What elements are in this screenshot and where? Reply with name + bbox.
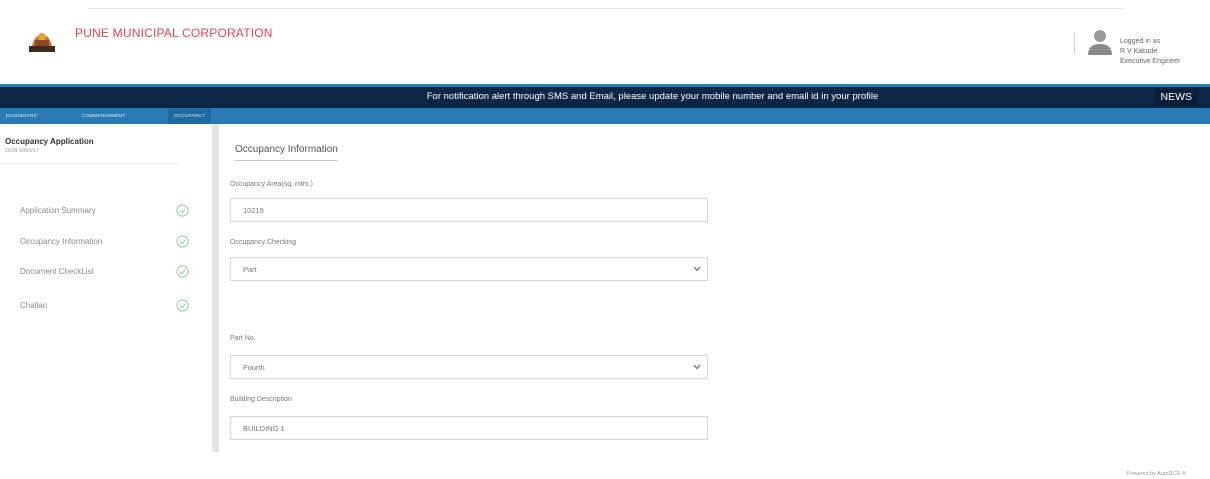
header: PUNE MUNICIPAL CORPORATION Logged in as … (0, 0, 1210, 84)
brand-title: PUNE MUNICIPAL CORPORATION (75, 26, 273, 40)
chevron-down-icon (693, 266, 701, 272)
check-circle-icon (176, 235, 189, 248)
user-info: Logged in as R V Kakade Executive Engine… (1120, 37, 1180, 67)
user-name: R V Kakade (1120, 48, 1158, 55)
chevron-down-icon (693, 364, 701, 370)
occupancy-area-value: 10219 (243, 206, 264, 215)
check-circle-icon (176, 265, 189, 278)
tab-occupancy[interactable]: OCCUPANCY (168, 108, 212, 124)
occupancy-checking-select[interactable]: Part (230, 257, 708, 281)
occupancy-checking-label: Occupancy Checking (230, 239, 297, 246)
sidebar-divider (0, 163, 178, 164)
notification-text: For notification alert through SMS and E… (426, 91, 879, 102)
nav-tabs: DASHBOARD COMMENCEMENT OCCUPANCY (0, 108, 1210, 124)
footer-powered-by: Powered by AutoDCR ® (1126, 471, 1186, 477)
part-no-select[interactable]: Fourth (230, 355, 708, 379)
tab-dashboard[interactable]: DASHBOARD (6, 108, 37, 124)
user-separator (1074, 32, 1075, 54)
notification-bar: For notification alert through SMS and E… (0, 84, 1210, 108)
sidebar-item-application-summary[interactable]: Application Summary (20, 204, 200, 218)
user-role: Executive Engineer (1120, 58, 1181, 65)
sidebar-item-label: Application Summary (20, 206, 96, 215)
check-circle-icon (176, 299, 189, 312)
tab-commencement[interactable]: COMMENCEMENT (82, 108, 125, 124)
section-title: Occupancy Information (235, 144, 338, 161)
building-description-label: Building Description (230, 396, 292, 403)
user-avatar-icon[interactable] (1083, 25, 1117, 59)
content-divider (212, 124, 219, 452)
building-description-input[interactable]: BUILDING 1 (230, 416, 708, 440)
building-description-value: BUILDING 1 (243, 424, 285, 433)
sidebar-title: Occupancy Application (5, 137, 94, 146)
sidebar-item-challan[interactable]: Challan (20, 299, 200, 313)
sidebar: Occupancy Application OCN-5999/17 Applic… (0, 124, 212, 464)
occupancy-area-label: Occupancy Area(sq. mtrs.) (230, 181, 313, 188)
sidebar-item-label: Challan (20, 301, 48, 310)
part-no-label: Part No. (230, 335, 256, 342)
sidebar-item-document-checklist[interactable]: Document CheckList (20, 265, 200, 279)
part-no-value: Fourth (243, 363, 265, 372)
news-button[interactable]: NEWS (1154, 89, 1198, 106)
logo-icon (29, 33, 55, 52)
check-circle-icon (176, 204, 189, 217)
occupancy-area-input[interactable]: 10219 (230, 198, 708, 222)
sidebar-item-label: Occupancy Information (20, 237, 103, 246)
application-number: OCN-5999/17 (5, 148, 39, 154)
logged-in-label: Logged in as (1120, 38, 1161, 45)
sidebar-item-label: Document CheckList (20, 267, 94, 276)
sidebar-item-occupancy-information[interactable]: Occupancy Information (20, 235, 200, 249)
occupancy-checking-value: Part (243, 265, 257, 274)
main-content: Occupancy Information Occupancy Area(sq.… (219, 124, 1210, 464)
